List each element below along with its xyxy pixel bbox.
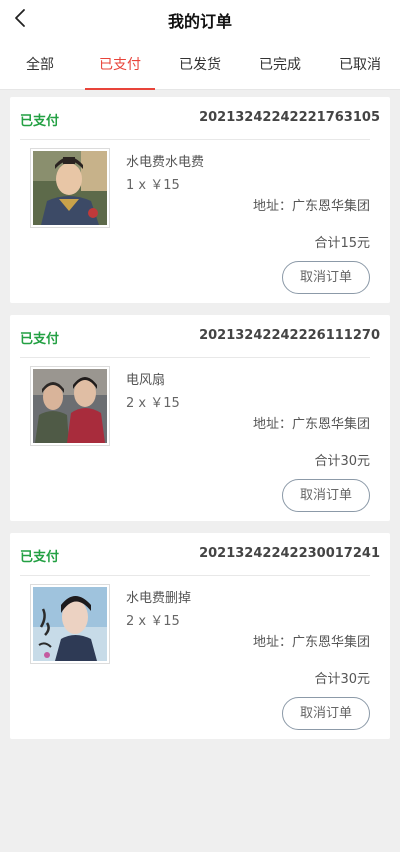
product-name: 水电费水电费	[126, 155, 205, 170]
order-status: 已支付	[20, 114, 60, 129]
order-number: 20213242242230017241	[199, 546, 380, 561]
order-card: 已支付 20213242242230017241 水电费删掉 2 x ￥15 地…	[10, 533, 390, 739]
page-title: 我的订单	[167, 12, 232, 31]
cancel-order-button[interactable]: 取消订单	[282, 261, 370, 294]
divider	[20, 139, 370, 140]
product-image[interactable]	[30, 366, 110, 446]
product-image[interactable]	[30, 148, 110, 228]
order-card: 已支付 20213242242221763105 水电费水电费 1 x ￥15 …	[10, 97, 390, 303]
shipping-address: 地址：广东恩华集团	[252, 199, 370, 214]
product-image[interactable]	[30, 584, 110, 664]
tab-all[interactable]: 全部	[0, 40, 80, 90]
divider	[20, 357, 370, 358]
order-total: 合计30元	[314, 672, 370, 687]
order-status: 已支付	[20, 332, 60, 347]
product-photo	[33, 587, 107, 661]
quantity-price: 1 x ￥15	[126, 178, 180, 193]
tab-completed[interactable]: 已完成	[240, 40, 320, 90]
order-number: 20213242242226111270	[199, 328, 380, 343]
product-photo	[33, 369, 107, 443]
tab-shipped[interactable]: 已发货	[160, 40, 240, 90]
order-status: 已支付	[20, 550, 60, 565]
shipping-address: 地址：广东恩华集团	[252, 417, 370, 432]
quantity-price: 2 x ￥15	[126, 614, 180, 629]
order-number: 20213242242221763105	[199, 110, 380, 125]
header-bar: 我的订单	[0, 0, 400, 40]
order-card: 已支付 20213242242226111270 电风扇 2 x ￥15 地址：…	[10, 315, 390, 521]
tab-bar: 全部 已支付 已发货 已完成 已取消	[0, 40, 400, 90]
order-total: 合计15元	[314, 236, 370, 251]
product-name: 水电费删掉	[126, 591, 192, 606]
cancel-order-button[interactable]: 取消订单	[282, 697, 370, 730]
cancel-order-button[interactable]: 取消订单	[282, 479, 370, 512]
quantity-price: 2 x ￥15	[126, 396, 180, 411]
tab-paid[interactable]: 已支付	[80, 40, 160, 90]
shipping-address: 地址：广东恩华集团	[252, 635, 370, 650]
product-name: 电风扇	[126, 373, 166, 388]
product-photo	[33, 151, 107, 225]
tab-cancelled[interactable]: 已取消	[320, 40, 400, 90]
order-total: 合计30元	[314, 454, 370, 469]
divider	[20, 575, 370, 576]
